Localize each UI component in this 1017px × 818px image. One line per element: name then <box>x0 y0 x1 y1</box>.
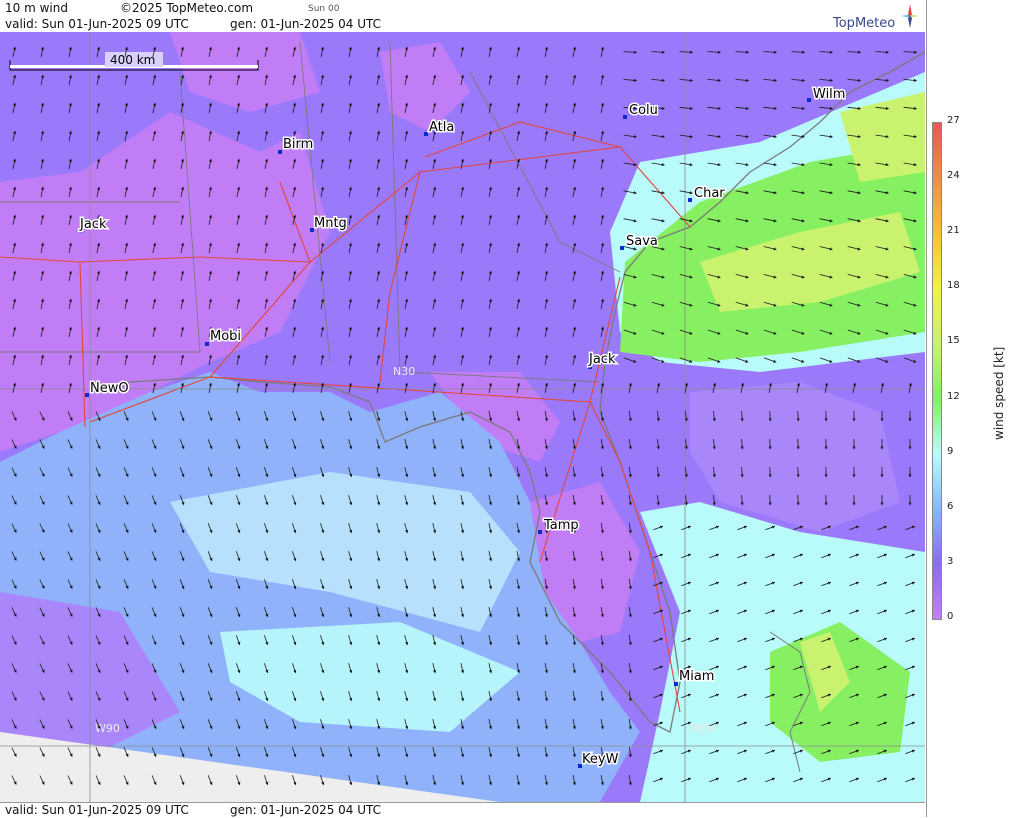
city-label: NewO <box>90 381 129 396</box>
city-label: Miam <box>679 669 714 684</box>
city-wilm[interactable]: Wilm <box>807 87 845 102</box>
city-colu[interactable]: Colu <box>623 103 658 119</box>
city-newo[interactable]: NewO <box>85 381 129 397</box>
compass-star-icon <box>901 4 919 28</box>
logo-text: TopMeteo <box>833 16 895 31</box>
topmeteo-logo[interactable]: TopMeteo <box>833 4 923 30</box>
legend-tick-label: 6 <box>947 501 953 512</box>
city-label: Colu <box>629 103 658 118</box>
wind-map[interactable]: N30 W90 W80 400 km Wilm Colu Atla Birm C… <box>0 32 925 802</box>
city-label: Sava <box>626 234 658 249</box>
city-label: Jack <box>79 217 107 232</box>
city-miam[interactable]: Miam <box>674 669 714 686</box>
legend-tick-label: 9 <box>947 446 953 457</box>
legend-tick-label: 0 <box>947 611 953 622</box>
city-label: Wilm <box>813 87 845 102</box>
scale-bar-label: 400 km <box>110 53 155 67</box>
legend-tick-label: 21 <box>947 225 960 236</box>
city-atla[interactable]: Atla <box>424 120 454 136</box>
city-tamp[interactable]: Tamp <box>538 518 579 534</box>
grid-label-w80: W80 <box>690 722 715 735</box>
city-label: Atla <box>429 120 454 135</box>
legend-tick-label: 3 <box>947 556 953 567</box>
city-sava[interactable]: Sava <box>620 234 658 250</box>
city-jack-fl[interactable]: Jack <box>588 352 616 369</box>
city-label: Tamp <box>543 518 579 533</box>
city-label: Mntg <box>314 216 347 231</box>
copyright-text: ©2025 TopMeteo.com <box>120 1 253 15</box>
legend-tick-label: 24 <box>947 170 960 181</box>
legend-tick-label: 27 <box>947 115 960 126</box>
valid-time: valid: Sun 01-Jun-2025 09 UTC <box>5 17 189 31</box>
footer-generated-time: gen: 01-Jun-2025 04 UTC <box>230 803 381 817</box>
map-footer: valid: Sun 01-Jun-2025 09 UTC gen: 01-Ju… <box>0 802 925 818</box>
city-label: Birm <box>283 137 313 152</box>
legend-tick-label: 15 <box>947 335 960 346</box>
city-birm[interactable]: Birm <box>278 137 313 154</box>
city-label: Char <box>694 186 725 201</box>
city-label: Jack <box>588 352 616 367</box>
city-jack-ms[interactable]: Jack <box>78 217 107 233</box>
legend-tick-label: 12 <box>947 391 960 402</box>
city-char[interactable]: Char <box>688 186 725 202</box>
wind-map-canvas: N30 W90 W80 400 km Wilm Colu Atla Birm C… <box>0 32 925 802</box>
city-label: KeyW <box>582 752 619 767</box>
legend-tick-label: 18 <box>947 280 960 291</box>
grid-label-n30: N30 <box>393 365 415 378</box>
grid-label-w90: W90 <box>95 722 120 735</box>
city-mntg[interactable]: Mntg <box>310 216 347 232</box>
forecast-step: Sun 00 <box>308 4 339 14</box>
city-mobi[interactable]: Mobi <box>205 329 241 346</box>
map-header: 10 m wind ©2025 TopMeteo.com Sun 00 vali… <box>0 0 925 33</box>
footer-valid-time: valid: Sun 01-Jun-2025 09 UTC <box>5 803 189 817</box>
legend-title: wind speed [kt] <box>992 347 1006 440</box>
city-label: Mobi <box>210 329 241 344</box>
city-keyw[interactable]: KeyW <box>578 752 619 768</box>
generated-time: gen: 01-Jun-2025 04 UTC <box>230 17 381 31</box>
product-title: 10 m wind <box>5 1 68 15</box>
